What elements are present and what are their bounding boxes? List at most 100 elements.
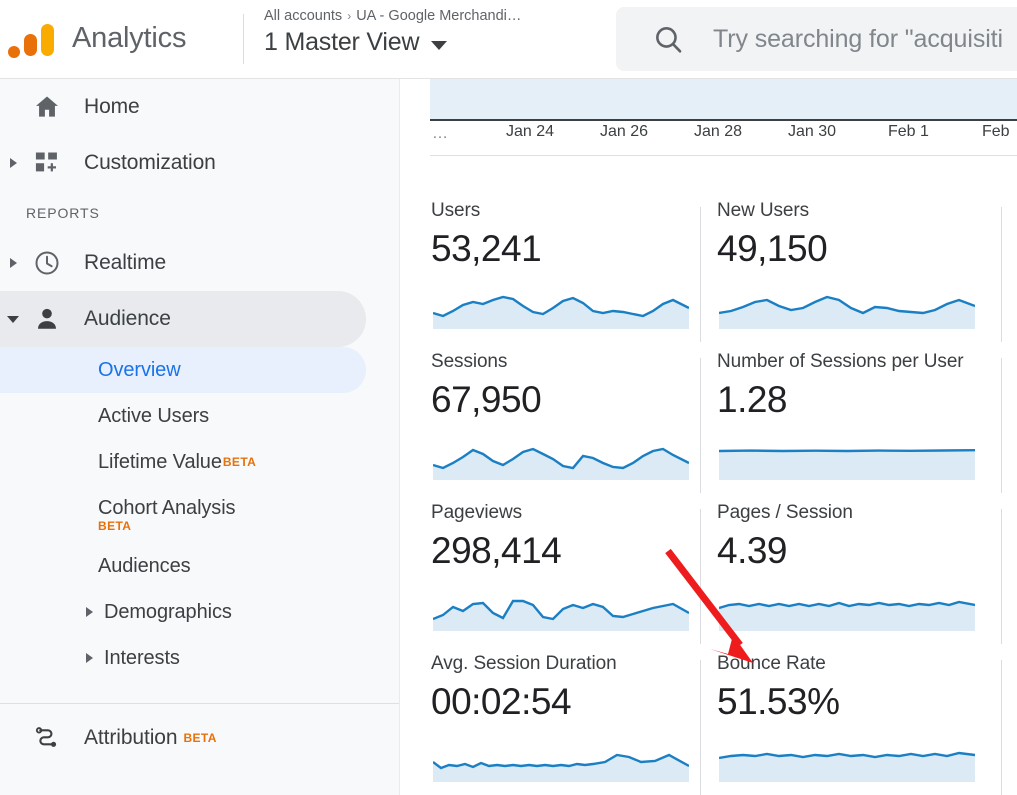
search-box[interactable]: Try searching for "acquisiti bbox=[616, 7, 1017, 71]
axis-tick: Jan 28 bbox=[694, 123, 743, 140]
metric-row: Sessions 67,950 Number of Sessions per U… bbox=[401, 350, 1017, 501]
search-icon[interactable] bbox=[652, 23, 685, 56]
breadcrumb-root[interactable]: All accounts bbox=[264, 8, 342, 24]
expand-arrow-realtime[interactable] bbox=[0, 258, 26, 268]
chevron-down-icon[interactable] bbox=[431, 40, 448, 50]
expand-arrow-interests[interactable] bbox=[86, 653, 93, 663]
metric-row: Pageviews 298,414 Pages / Session 4.39 bbox=[401, 501, 1017, 652]
metric-label: Sessions bbox=[431, 351, 508, 372]
beta-badge: BETA bbox=[98, 519, 132, 533]
metric-label: Number of Sessions per User bbox=[717, 351, 964, 372]
metric-row: Users 53,241 New Users 49,150 bbox=[401, 199, 1017, 350]
sidebar-item-label: Audience bbox=[84, 307, 171, 330]
sparkline-new-users bbox=[719, 287, 975, 329]
cell-divider bbox=[1001, 207, 1002, 342]
chart-area-fill bbox=[430, 79, 1017, 121]
sidebar-subitem-label: Demographics bbox=[104, 600, 232, 623]
metric-label: New Users bbox=[717, 200, 810, 221]
expand-arrow-demographics[interactable] bbox=[86, 607, 93, 617]
metric-card-new-users[interactable]: New Users 49,150 bbox=[717, 199, 986, 350]
person-icon bbox=[26, 305, 68, 333]
sidebar-divider bbox=[0, 703, 399, 704]
metric-value: 53,241 bbox=[431, 228, 542, 269]
sidebar-item-demographics[interactable]: Demographics bbox=[0, 589, 399, 635]
sidebar-item-home[interactable]: Home bbox=[0, 79, 399, 135]
cell-divider bbox=[700, 509, 701, 644]
axis-tick: Jan 24 bbox=[506, 123, 555, 140]
metric-card-pageviews[interactable]: Pageviews 298,414 bbox=[431, 501, 700, 652]
cell-divider bbox=[1001, 660, 1002, 795]
sidebar-item-attribution[interactable]: Attribution BETA bbox=[0, 710, 399, 766]
axis-tick: Jan 30 bbox=[788, 123, 837, 140]
sparkline-sessions-per-user bbox=[719, 438, 975, 480]
breadcrumb-property[interactable]: UA - Google Merchandi… bbox=[356, 8, 521, 24]
breadcrumb[interactable]: All accounts › UA - Google Merchandi… bbox=[264, 6, 521, 26]
metric-card-sessions-per-user[interactable]: Number of Sessions per User 1.28 bbox=[717, 350, 986, 501]
sidebar-item-customization[interactable]: Customization bbox=[0, 135, 399, 191]
account-selector[interactable]: All accounts › UA - Google Merchandi… 1 Ma… bbox=[264, 6, 521, 57]
chart-bottom-divider bbox=[430, 155, 1017, 156]
cell-divider bbox=[1001, 509, 1002, 644]
sidebar-subitem-label: Overview bbox=[98, 358, 181, 381]
metric-value: 51.53% bbox=[717, 681, 840, 722]
metric-card-bounce-rate[interactable]: Bounce Rate 51.53% bbox=[717, 652, 986, 795]
metric-row: Avg. Session Duration 00:02:54 Bounce Ra… bbox=[401, 652, 1017, 795]
breadcrumb-separator-icon: › bbox=[347, 9, 352, 23]
metric-value: 298,414 bbox=[431, 530, 562, 571]
axis-tick: Jan 26 bbox=[600, 123, 649, 140]
top-app-bar: Analytics All accounts › UA - Google Merch… bbox=[0, 0, 1017, 79]
sidebar-subitem-label: Cohort Analysis bbox=[98, 496, 236, 519]
sidebar-item-active-users[interactable]: Active Users bbox=[0, 393, 399, 439]
metrics-grid: Users 53,241 New Users 49,150 Sessions 6… bbox=[401, 199, 1017, 795]
customization-icon bbox=[26, 149, 68, 177]
sidebar-item-audience[interactable]: Audience bbox=[0, 291, 366, 347]
metric-label: Pageviews bbox=[431, 502, 522, 523]
sidebar-subitem-label: Audiences bbox=[98, 554, 191, 577]
sparkline-sessions bbox=[433, 438, 689, 480]
main-content: … Jan 24 Jan 26 Jan 28 Jan 30 Feb 1 Feb … bbox=[401, 79, 1017, 795]
sidebar-subitem-label: Lifetime Value bbox=[98, 450, 222, 473]
sidebar-item-label: Home bbox=[84, 95, 140, 118]
axis-tick: Feb 1 bbox=[888, 123, 929, 140]
metric-card-pages-per-session[interactable]: Pages / Session 4.39 bbox=[717, 501, 986, 652]
brand-block[interactable]: Analytics bbox=[8, 8, 187, 68]
beta-badge: BETA bbox=[222, 455, 257, 469]
view-name: 1 Master View bbox=[264, 28, 420, 56]
sidebar-item-overview[interactable]: Overview bbox=[0, 347, 366, 393]
metric-value: 00:02:54 bbox=[431, 681, 572, 722]
brand-name: Analytics bbox=[72, 21, 187, 54]
sidebar-item-cohort-analysis[interactable]: Cohort Analysis BETA bbox=[0, 485, 399, 534]
metric-card-sessions[interactable]: Sessions 67,950 bbox=[431, 350, 700, 501]
metric-value: 67,950 bbox=[431, 379, 542, 420]
collapse-arrow-audience[interactable] bbox=[0, 315, 26, 323]
cell-divider bbox=[700, 207, 701, 342]
metric-value: 49,150 bbox=[717, 228, 828, 269]
metric-label: Users bbox=[431, 200, 481, 221]
sidebar-subitem-label: Interests bbox=[104, 646, 180, 669]
metric-label: Bounce Rate bbox=[717, 653, 826, 674]
sparkline-pages-per-session bbox=[719, 589, 975, 631]
metric-card-users[interactable]: Users 53,241 bbox=[431, 199, 700, 350]
sidebar-item-realtime[interactable]: Realtime bbox=[0, 235, 399, 291]
view-selector[interactable]: 1 Master View bbox=[264, 28, 521, 57]
expand-arrow-customization[interactable] bbox=[0, 158, 26, 168]
analytics-logo-icon bbox=[8, 14, 60, 62]
axis-tick-ellipsis: … bbox=[432, 125, 448, 142]
sidebar-item-audiences[interactable]: Audiences bbox=[0, 543, 399, 589]
sidebar-item-label: Attribution bbox=[84, 726, 178, 749]
home-icon bbox=[26, 93, 68, 121]
cell-divider bbox=[700, 358, 701, 493]
chart-x-axis: … Jan 24 Jan 26 Jan 28 Jan 30 Feb 1 Feb bbox=[401, 123, 1017, 151]
search-input[interactable]: Try searching for "acquisiti bbox=[713, 25, 1003, 54]
sidebar-nav: Home Customization REPORTS Realtime Audi… bbox=[0, 79, 400, 795]
sidebar-item-lifetime-value[interactable]: Lifetime Value BETA bbox=[0, 439, 399, 485]
cell-divider bbox=[700, 660, 701, 795]
metric-value: 1.28 bbox=[717, 379, 788, 420]
axis-tick: Feb bbox=[982, 123, 1010, 140]
overview-chart[interactable]: … Jan 24 Jan 26 Jan 28 Jan 30 Feb 1 Feb bbox=[401, 79, 1017, 155]
cell-divider bbox=[1001, 358, 1002, 493]
sidebar-item-interests[interactable]: Interests bbox=[0, 635, 399, 681]
metric-label: Avg. Session Duration bbox=[431, 653, 617, 674]
metric-card-avg-session-duration[interactable]: Avg. Session Duration 00:02:54 bbox=[431, 652, 700, 795]
metric-value: 4.39 bbox=[717, 530, 788, 571]
